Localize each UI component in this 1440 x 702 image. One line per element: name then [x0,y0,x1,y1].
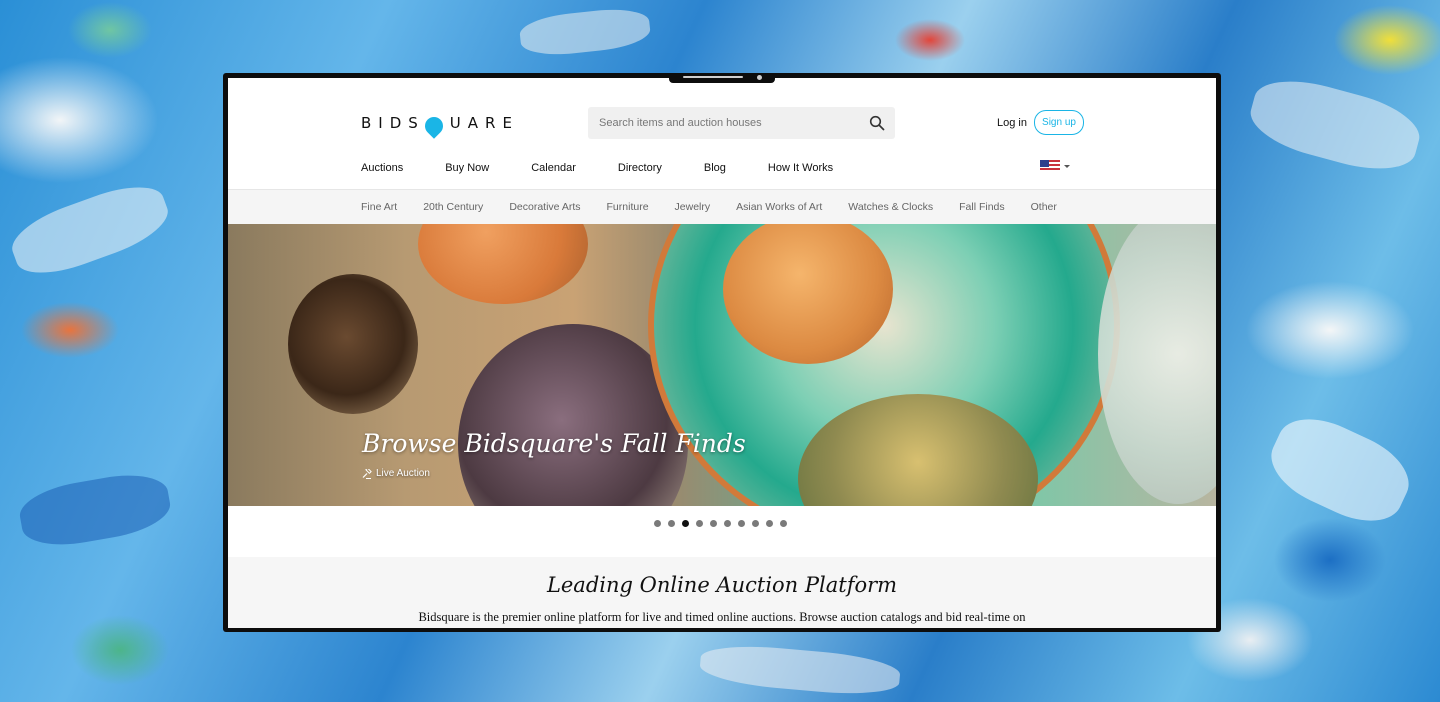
browser-screen: BIDS UARE Log in Sign up Auctions Buy Now… [228,78,1216,628]
laptop-frame: BIDS UARE Log in Sign up Auctions Buy Now… [223,73,1221,632]
search-bar [588,107,895,139]
category-watches-clocks[interactable]: Watches & Clocks [848,201,933,213]
carousel-dot[interactable] [696,520,703,527]
hero-subtitle-text: Live Auction [376,468,430,479]
category-asian-works-of-art[interactable]: Asian Works of Art [736,201,822,213]
category-decorative-arts[interactable]: Decorative Arts [509,201,580,213]
category-fall-finds[interactable]: Fall Finds [959,201,1005,213]
hero-title[interactable]: Browse Bidsquare's Fall Finds [362,429,746,458]
search-input[interactable] [588,116,869,130]
signup-button[interactable]: Sign up [1034,110,1084,135]
hero-artwork [1098,224,1216,504]
nav-item-how-it-works[interactable]: How It Works [768,162,833,174]
carousel-dot[interactable] [668,520,675,527]
background-brushstroke [1243,69,1427,181]
background-brushstroke [1259,404,1421,536]
carousel-dot[interactable] [738,520,745,527]
carousel-dot[interactable] [682,520,689,527]
category-other[interactable]: Other [1031,201,1057,213]
search-icon[interactable] [869,115,885,131]
intro-section: Leading Online Auction Platform Bidsquar… [228,557,1216,628]
chevron-down-icon [1064,164,1070,168]
bidsquare-logo[interactable]: BIDS UARE [361,112,519,139]
carousel-dot[interactable] [766,520,773,527]
intro-text: Bidsquare is the premier online platform… [418,610,1026,624]
locale-selector[interactable] [1040,160,1070,172]
hero-artwork [418,224,588,304]
carousel-dot[interactable] [724,520,731,527]
logo-text-start: BIDS [361,114,425,132]
background-brushstroke [518,5,652,59]
main-nav: Auctions Buy Now Calendar Directory Blog… [361,162,875,174]
category-furniture[interactable]: Furniture [607,201,649,213]
carousel-dot[interactable] [780,520,787,527]
carousel-dot[interactable] [752,520,759,527]
hero-banner[interactable]: Browse Bidsquare's Fall Finds Live Aucti… [228,224,1216,506]
category-fine-art[interactable]: Fine Art [361,201,397,213]
nav-item-calendar[interactable]: Calendar [531,162,576,174]
login-link[interactable]: Log in [997,117,1027,129]
carousel-dots [654,520,787,527]
site-header: BIDS UARE Log in Sign up [228,78,1216,148]
background-brushstroke [698,641,902,699]
nav-item-auctions[interactable]: Auctions [361,162,403,174]
category-20th-century[interactable]: 20th Century [423,201,483,213]
carousel-dot[interactable] [710,520,717,527]
camera-notch [669,73,775,83]
nav-item-blog[interactable]: Blog [704,162,726,174]
nav-item-directory[interactable]: Directory [618,162,662,174]
gavel-icon [362,468,372,479]
hero-subtitle: Live Auction [362,468,430,479]
intro-title: Leading Online Auction Platform [546,573,898,597]
logo-text-end: UARE [449,114,519,132]
carousel-dot[interactable] [654,520,661,527]
nav-item-buy-now[interactable]: Buy Now [445,162,489,174]
background-brushstroke [15,467,175,553]
category-jewelry[interactable]: Jewelry [675,201,711,213]
category-bar: Fine Art 20th Century Decorative Arts Fu… [228,189,1216,225]
hero-artwork [288,274,418,414]
us-flag-icon [1040,160,1060,172]
logo-pin-icon [421,113,447,139]
background-brushstroke [4,174,176,286]
